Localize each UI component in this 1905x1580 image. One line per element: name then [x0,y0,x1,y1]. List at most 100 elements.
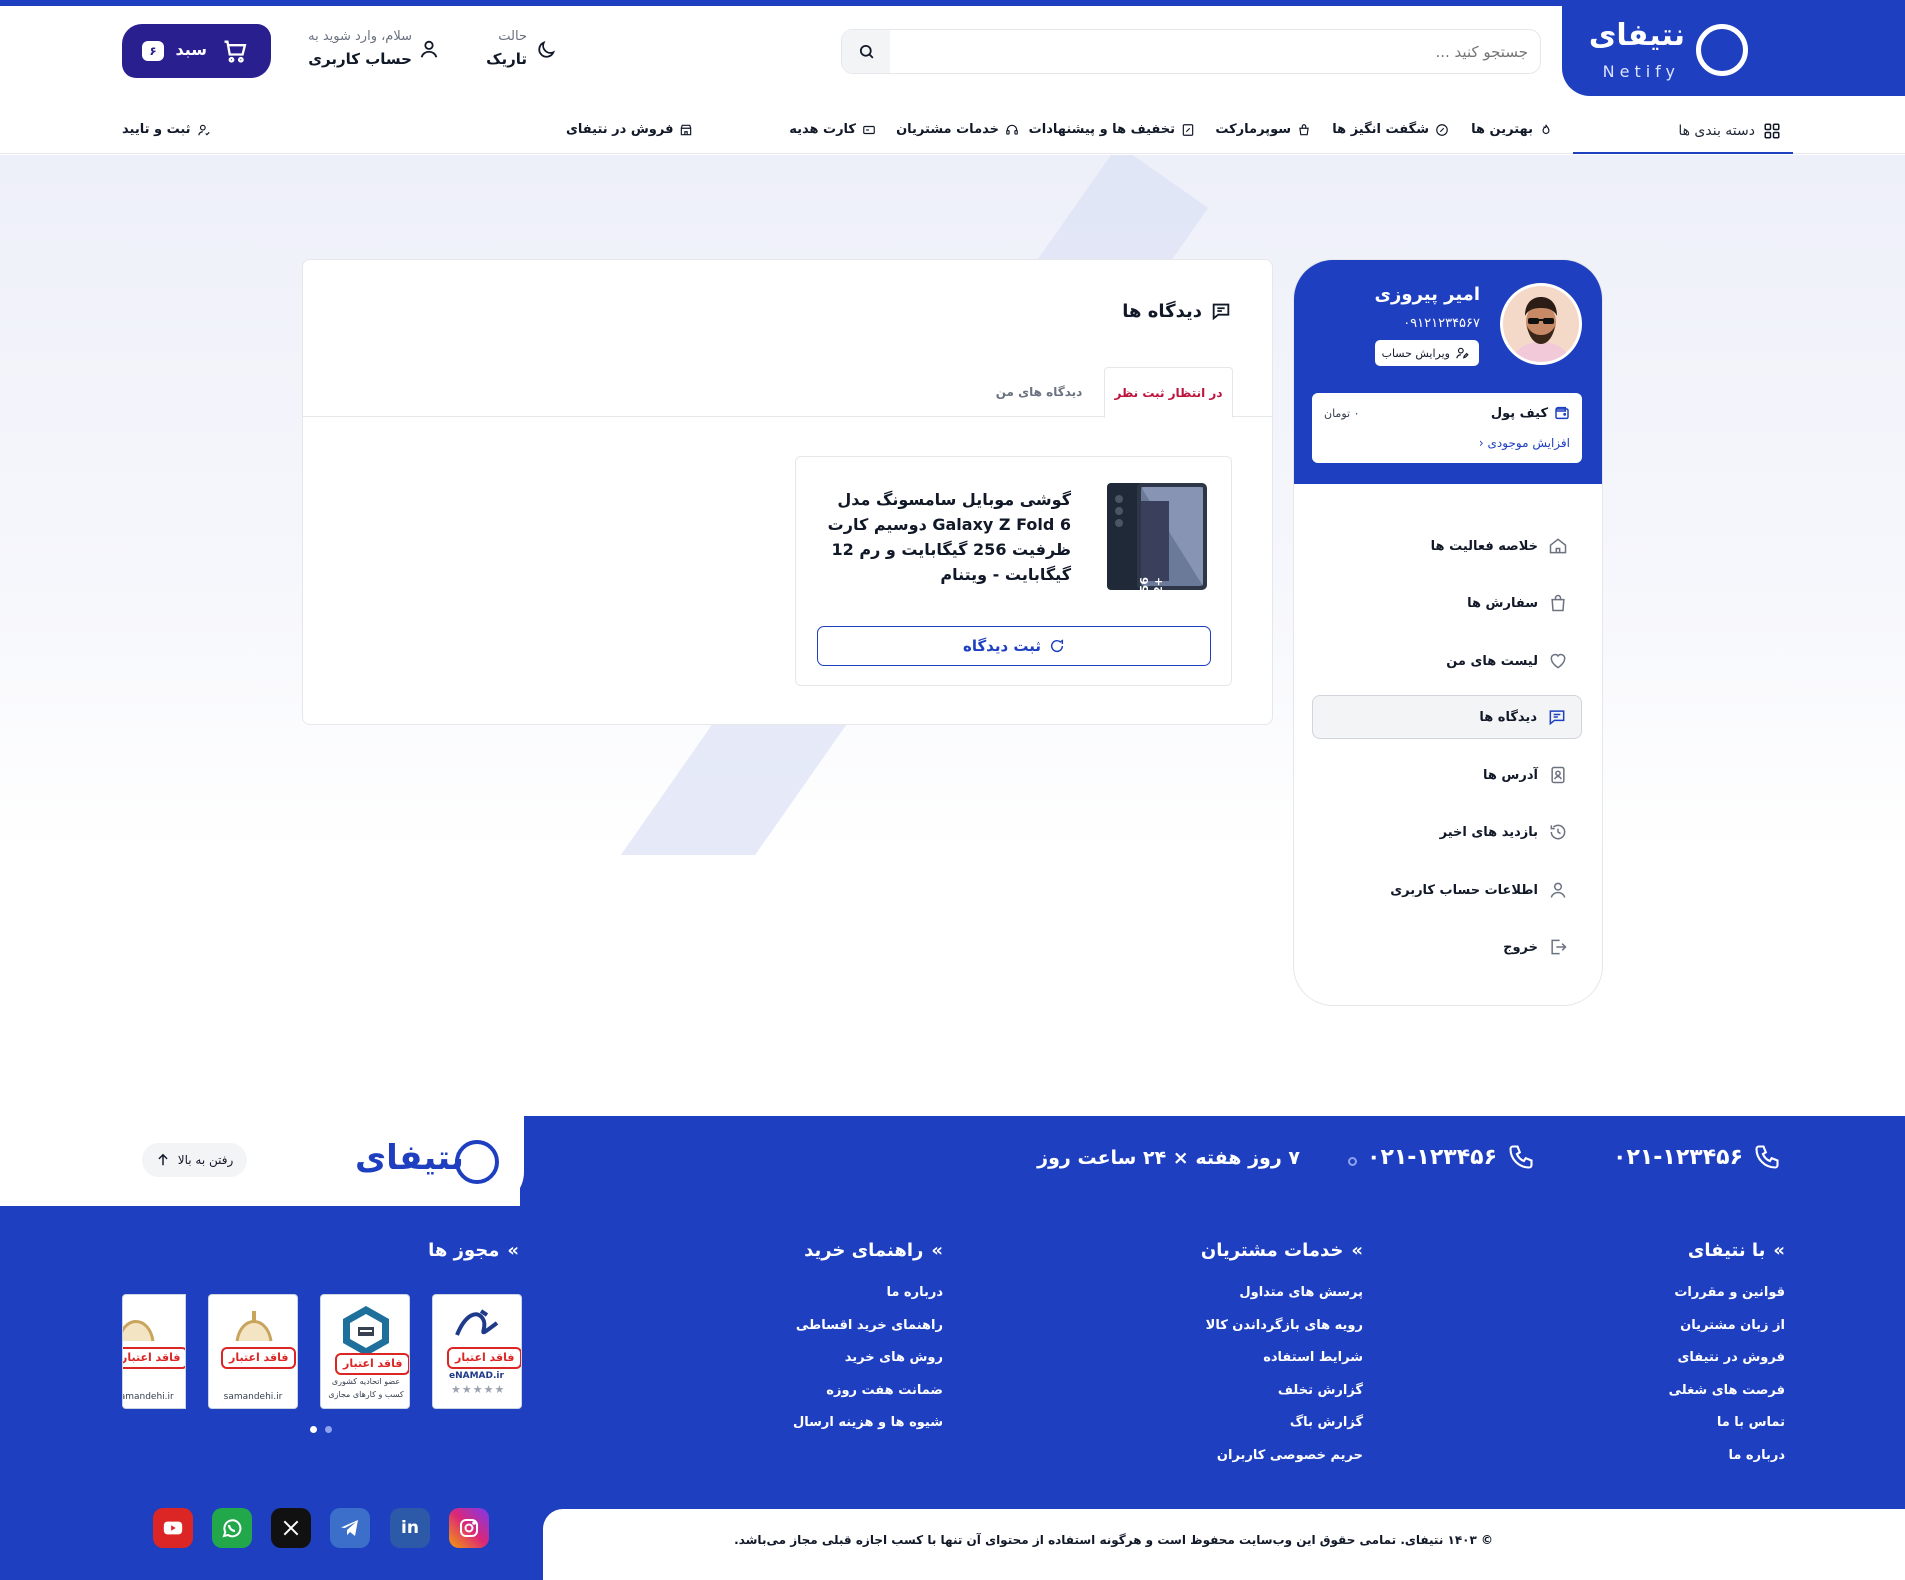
sidebar-item-summary[interactable]: خلاصه فعالیت ها [1312,524,1582,568]
theme-toggle[interactable]: حالت تاریک [486,27,557,73]
carousel-dot[interactable] [325,1426,332,1433]
logo-circle-icon [1696,24,1748,76]
samandehi-badge-partial[interactable]: فاقد اعتبار samandehi.ir [122,1294,186,1409]
samandehi-badge[interactable]: فاقد اعتبار samandehi.ir [208,1294,298,1409]
reviews-card: دیدگاه ها در انتظار ثبت نظر دیدگاه های م… [302,259,1273,725]
footer-col-title-text: مجوز ها [428,1240,500,1261]
user-icon [1548,880,1568,900]
search-button[interactable] [842,30,890,73]
profile-sidebar: امیر پیروزی ۰۹۱۲۱۲۳۴۵۶۷ ویرایش حساب کیف … [1293,259,1603,1006]
sidebar-item-label: دیدگاه ها [1479,709,1537,725]
invalid-label: فاقد اعتبار [221,1347,297,1369]
sidebar-item-lists[interactable]: لیست های من [1312,639,1582,683]
logo-block[interactable]: نتیفای Netify [1562,0,1905,96]
telegram-icon[interactable] [330,1508,370,1548]
user-edit-icon [1455,346,1469,360]
etehadieh-badge[interactable]: فاقد اعتبار عضو اتحادیه کشوری کسب و کاره… [320,1294,410,1409]
footer-link[interactable]: گزارش تخلف [1201,1383,1363,1416]
wallet-increase-link[interactable]: افزایش موجودی ‹ [1479,436,1570,450]
etehadieh-caption: عضو اتحادیه کشوری کسب و کارهای مجازی [328,1377,404,1399]
footer-link[interactable]: از زبان مشتریان [1669,1318,1785,1351]
nav-register-link[interactable]: ثبت و تایید [122,122,211,137]
product-title[interactable]: گوشی موبایل سامسونگ مدل Galaxy Z Fold 6 … [826,487,1071,587]
footer-link[interactable]: شیوه ها و هزینه ارسال [793,1415,943,1448]
footer-col-title: » خدمات مشتریان [1201,1240,1363,1261]
sidebar-item-label: خلاصه فعالیت ها [1430,538,1538,554]
footer-link[interactable]: روش های خرید [793,1350,943,1383]
whatsapp-icon[interactable] [212,1508,252,1548]
sidebar-item-reviews[interactable]: دیدگاه ها [1312,695,1582,739]
sidebar-item-label: لیست های من [1446,653,1538,669]
tab-pending[interactable]: در انتظار ثبت نظر [1104,367,1233,418]
nav-item-best[interactable]: بهترین ها [1471,122,1553,137]
footer-link[interactable]: درباره ما [1669,1448,1785,1481]
logout-icon [1548,937,1568,957]
footer-link[interactable]: قوانین و مقررات [1669,1285,1785,1318]
avatar [1500,283,1582,365]
sidebar-item-label: خروج [1503,939,1538,955]
cart-label: سبد [175,40,207,59]
instagram-icon[interactable] [449,1508,489,1548]
nav-item-discounts[interactable]: تخفیف ها و پیشنهادات [1029,122,1195,137]
submit-review-button[interactable]: ثبت دیدگاه [817,626,1211,666]
footer-col-licenses: » مجوز ها [428,1240,519,1285]
nav-item-giftcard[interactable]: کارت هدیه [789,122,876,137]
footer-col-title: » مجوز ها [428,1240,519,1261]
footer-phone-1[interactable]: ۰۲۱-۱۲۳۴۵۶ [1613,1143,1781,1171]
footer-link[interactable]: درباره ما [793,1285,943,1318]
enamad-badge[interactable]: فاقد اعتبار eNAMAD.ir ★★★★★ [432,1294,522,1409]
footer-link[interactable]: شرایط استفاده [1201,1350,1363,1383]
sidebar-item-label: اطلاعات حساب کاربری [1390,882,1538,898]
headset-icon [1005,123,1019,137]
home-icon [1548,536,1568,556]
search-bar [841,29,1541,74]
linkedin-icon[interactable]: in [390,1508,430,1548]
tab-my-reviews[interactable]: دیدگاه های من [974,367,1104,417]
footer-link[interactable]: رویه های بازگرداندن کالا [1201,1318,1363,1351]
wallet-title: کیف پول [1490,405,1548,421]
x-twitter-icon[interactable] [271,1508,311,1548]
footer-link[interactable]: فروش در نتیفای [1669,1350,1785,1383]
chevron-left-icon: ‹ [1478,436,1484,450]
footer-link[interactable]: راهنمای خرید اقساطی [793,1318,943,1351]
invalid-label: فاقد اعتبار [335,1353,409,1375]
chat-icon [1049,638,1065,654]
footer-link[interactable]: ضمانت هفت روزه [793,1383,943,1416]
footer-link[interactable]: حریم خصوصی کاربران [1201,1448,1363,1481]
nav-item-amazing[interactable]: شگفت انگیز ها [1332,122,1449,137]
bag-icon [1548,593,1568,613]
account-link[interactable]: سلام، وارد شوید به حساب کاربری [300,27,440,73]
carousel-dot-active[interactable] [310,1426,317,1433]
edit-account-button[interactable]: ویرایش حساب [1375,340,1479,366]
sidebar-item-orders[interactable]: سفارش ها [1312,581,1582,625]
nav-item-supermarket[interactable]: سوپرمارکت [1215,122,1311,137]
nav-sell[interactable]: فروش در نتیفای [566,122,693,137]
phone-icon [1753,1143,1781,1171]
sidebar-item-account-info[interactable]: اطلاعات حساب کاربری [1312,868,1582,912]
grid-icon [1763,122,1781,140]
youtube-icon[interactable] [153,1508,193,1548]
svg-text:256 GB | 5G: 256 GB | 5G [1138,577,1151,594]
wallet-increase-label: افزایش موجودی [1487,436,1570,450]
nav-item-label: بهترین ها [1471,122,1533,137]
footer-link[interactable]: تماس با ما [1669,1415,1785,1448]
footer-phone-2[interactable]: ۰۲۱-۱۲۳۴۵۶ [1367,1143,1535,1171]
back-to-top-button[interactable]: رفتن به بالا [142,1143,247,1177]
footer-link[interactable]: گزارش باگ [1201,1415,1363,1448]
sidebar-item-recent[interactable]: بازدید های اخیر [1312,810,1582,854]
search-input[interactable] [908,38,1528,66]
footer-link[interactable]: فرصت های شغلی [1669,1383,1785,1416]
product-image[interactable]: 256 GB | 5G +12 GB [1101,479,1211,594]
cart-button[interactable]: سبد ۶ [122,24,271,78]
sidebar-item-addresses[interactable]: آدرس ها [1312,753,1582,797]
chevrons-icon: » [1773,1240,1785,1261]
footer-link[interactable]: پرسش های متداول [1201,1285,1363,1318]
wallet-card: کیف پول ۰ تومان افزایش موجودی ‹ [1312,393,1582,463]
nav-item-support[interactable]: خدمات مشتریان [896,122,1019,137]
user-icon [418,38,440,60]
phone-icon [1507,1143,1535,1171]
nav-categories[interactable]: دسته بندی ها [1573,110,1793,154]
address-book-icon [1548,765,1568,785]
sidebar-item-logout[interactable]: خروج [1312,925,1582,969]
svg-text:+12 GB: +12 GB [1152,577,1165,594]
